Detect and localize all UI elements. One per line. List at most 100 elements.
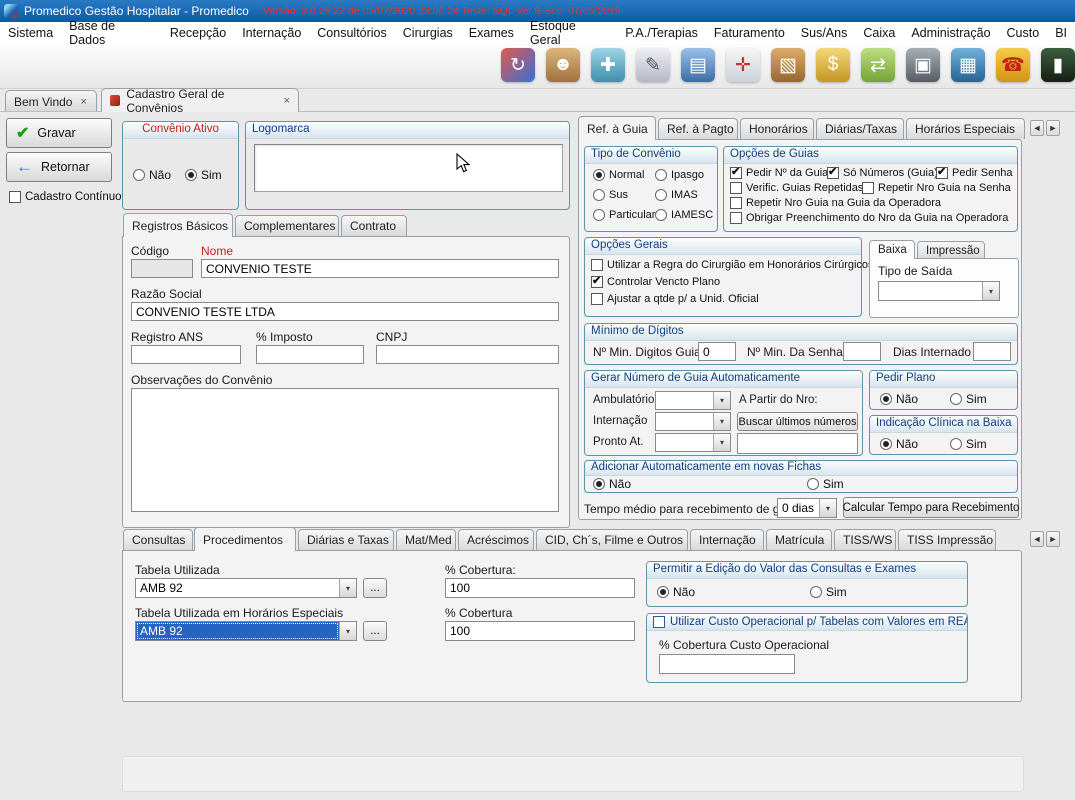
checkbox-repetir-nro-guia-operadora[interactable]: Repetir Nro Guia na Guia da Operadora (730, 197, 941, 209)
nome-input[interactable] (201, 259, 559, 278)
menu-item-pa-terapias[interactable]: P.A./Terapias (617, 23, 706, 43)
cadastro-continuo-checkbox[interactable]: Cadastro Contínuo (9, 191, 122, 203)
tab-cadastro-geral-convenios[interactable]: Cadastro Geral de Convênios × (101, 88, 299, 112)
gravar-button[interactable]: ✔ Gravar (6, 118, 112, 148)
dropdown-arrow-icon[interactable]: ▾ (339, 622, 356, 640)
retornar-button[interactable]: ← Retornar (6, 152, 112, 182)
tabela-browse-button[interactable]: ... (363, 578, 387, 598)
menu-item-bi[interactable]: BI (1047, 23, 1075, 43)
cobertura-custo-input[interactable] (659, 654, 795, 674)
radio-adicionar-sim[interactable]: Sim (807, 477, 844, 491)
tab-impressao[interactable]: Impressão (917, 241, 985, 259)
tab-diarias-taxas[interactable]: Diárias/Taxas (816, 118, 904, 139)
menu-item-exames[interactable]: Exames (461, 23, 522, 43)
tab-contrato[interactable]: Contrato (341, 215, 407, 236)
finance-icon[interactable]: $ (816, 48, 850, 82)
tab-diarias-e-taxas[interactable]: Diárias e Taxas (298, 529, 394, 550)
dias-internado-input[interactable] (973, 342, 1011, 361)
internacao-combobox[interactable]: ▾ (655, 412, 731, 431)
bottom-tabs-scroll-right-icon[interactable]: ► (1046, 531, 1060, 547)
hospital-bed-icon[interactable]: ▤ (681, 48, 715, 82)
dropdown-arrow-icon[interactable]: ▾ (339, 579, 356, 597)
radio-ipasgo[interactable]: Ipasgo (655, 169, 704, 181)
custo-operacional-checkbox[interactable] (653, 616, 665, 628)
radio-pedir-plano-sim[interactable]: Sim (950, 392, 987, 406)
calcular-tempo-button[interactable]: Calcular Tempo para Recebimento (843, 497, 1019, 518)
radio-convenio-ativo-nao[interactable]: Não (133, 168, 171, 182)
radio-permitir-nao[interactable]: Não (657, 585, 695, 599)
tab-horarios-especiais[interactable]: Horários Especiais (906, 118, 1025, 139)
billing-icon[interactable]: ⇄ (861, 48, 895, 82)
tabela-horarios-browse-button[interactable]: ... (363, 621, 387, 641)
tab-cid-chs-filme-outros[interactable]: CID, Ch´s, Filme e Outros (536, 529, 688, 550)
menu-item-caixa[interactable]: Caixa (855, 23, 903, 43)
radio-normal[interactable]: Normal (593, 169, 644, 181)
phone-icon[interactable]: ☎ (996, 48, 1030, 82)
ambulance-icon[interactable]: ✛ (726, 48, 760, 82)
menu-item-recepcao[interactable]: Recepção (162, 23, 234, 43)
tab-honorarios[interactable]: Honorários (740, 118, 814, 139)
tab-acrescimos[interactable]: Acréscimos (458, 529, 534, 550)
tab-baixa[interactable]: Baixa (869, 240, 915, 259)
cnpj-input[interactable] (376, 345, 559, 364)
menu-item-administracao[interactable]: Administração (903, 23, 998, 43)
observacoes-textarea[interactable] (131, 388, 559, 512)
tabela-horarios-especiais-combobox[interactable]: AMB 92 ▾ (135, 621, 357, 641)
tab-bem-vindo[interactable]: Bem Vindo × (5, 90, 97, 112)
tipo-saida-combobox[interactable]: ▾ (878, 281, 1000, 301)
tabs-scroll-right-icon[interactable]: ► (1046, 120, 1060, 136)
radio-permitir-sim[interactable]: Sim (810, 585, 847, 599)
bottom-tabs-scroll-left-icon[interactable]: ◄ (1030, 531, 1044, 547)
radio-pedir-plano-nao[interactable]: Não (880, 392, 918, 406)
ambulatorio-combobox[interactable]: ▾ (655, 391, 731, 410)
tab-internacao-bottom[interactable]: Internação (690, 529, 764, 550)
a-partir-do-nro-input[interactable] (737, 433, 858, 454)
safe-icon[interactable]: ▣ (906, 48, 940, 82)
exams-icon[interactable]: ✎ (636, 48, 670, 82)
min-senha-input[interactable] (843, 342, 881, 361)
tab-matricula[interactable]: Matrícula (766, 529, 832, 550)
pronto-at-combobox[interactable]: ▾ (655, 433, 731, 452)
dropdown-arrow-icon[interactable]: ▾ (982, 282, 999, 300)
menu-item-sus-ans[interactable]: Sus/Ans (793, 23, 856, 43)
tab-complementares[interactable]: Complementares (235, 215, 339, 236)
tab-consultas[interactable]: Consultas (123, 529, 193, 550)
menu-item-cirurgias[interactable]: Cirurgias (395, 23, 461, 43)
checkbox-controlar-vencto-plano[interactable]: Controlar Vencto Plano (591, 276, 720, 288)
tabela-utilizada-combobox[interactable]: AMB 92 ▾ (135, 578, 357, 598)
checkbox-regra-cirurgiao[interactable]: Utilizar a Regra do Cirurgião em Honorár… (591, 259, 874, 271)
stock-icon[interactable]: ▧ (771, 48, 805, 82)
checkbox-obrigar-preenchimento[interactable]: Obrigar Preenchimento do Nro da Guia na … (730, 212, 1008, 224)
cobertura-input[interactable] (445, 578, 635, 598)
tab-registros-basicos[interactable]: Registros Básicos (123, 213, 233, 237)
dropdown-arrow-icon[interactable]: ▾ (713, 434, 730, 451)
menu-item-custo[interactable]: Custo (999, 23, 1048, 43)
menu-item-faturamento[interactable]: Faturamento (706, 23, 793, 43)
radio-convenio-ativo-sim[interactable]: Sim (185, 168, 222, 182)
tempo-medio-combobox[interactable]: 0 dias ▾ (777, 498, 837, 518)
checkbox-verific-guias-repetidas[interactable]: Verific. Guias Repetidas (730, 182, 863, 194)
radio-indicacao-nao[interactable]: Não (880, 437, 918, 451)
reception-icon[interactable]: ☻ (546, 48, 580, 82)
menu-item-internacao[interactable]: Internação (234, 23, 309, 43)
razao-social-input[interactable] (131, 302, 559, 321)
book-icon[interactable]: ▮ (1041, 48, 1075, 82)
doctor-icon[interactable]: ✚ (591, 48, 625, 82)
close-icon[interactable]: × (80, 96, 86, 108)
close-icon[interactable]: × (284, 95, 290, 107)
tabs-scroll-left-icon[interactable]: ◄ (1030, 120, 1044, 136)
logomarca-image-area[interactable] (254, 144, 563, 192)
tab-ref-a-guia[interactable]: Ref. à Guia (578, 116, 656, 140)
radio-sus[interactable]: Sus (593, 189, 628, 201)
radio-particular[interactable]: Particular (593, 209, 655, 221)
min-digitos-guia-input[interactable] (698, 342, 736, 361)
dropdown-arrow-icon[interactable]: ▾ (819, 499, 836, 517)
menu-item-sistema[interactable]: Sistema (0, 23, 61, 43)
tab-tiss-impressao[interactable]: TISS Impressão (898, 529, 996, 550)
tab-ref-a-pagto[interactable]: Ref. à Pagto (658, 118, 738, 139)
radio-iamesc[interactable]: IAMESC (655, 209, 713, 221)
dropdown-arrow-icon[interactable]: ▾ (713, 413, 730, 430)
sync-icon[interactable]: ↻ (501, 48, 535, 82)
checkbox-pedir-senha[interactable]: Pedir Senha (936, 167, 1013, 179)
checkbox-pedir-numero-guia[interactable]: Pedir Nº da Guia (730, 167, 828, 179)
